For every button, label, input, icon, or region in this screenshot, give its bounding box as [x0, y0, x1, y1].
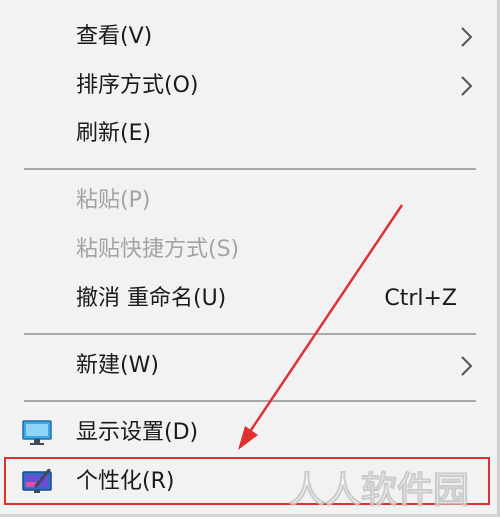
menu-item-view[interactable]: 查看(V) [0, 14, 497, 60]
menu-item-label: 查看(V) [76, 24, 153, 49]
menu-item-paste: 粘贴(P) [0, 178, 497, 224]
chevron-right-icon [461, 76, 473, 96]
menu-separator [24, 333, 476, 335]
menu-item-label: 显示设置(D) [76, 420, 199, 445]
watermark-logo: 人人软件园 [285, 464, 495, 514]
menu-separator [24, 400, 476, 402]
menu-item-undo-rename[interactable]: 撤消 重命名(U) Ctrl+Z [0, 276, 497, 322]
svg-text:人人软件园: 人人软件园 [289, 470, 469, 511]
menu-item-display-settings[interactable]: 显示设置(D) [0, 410, 497, 456]
menu-item-label: 撤消 重命名(U) [76, 286, 227, 311]
chevron-right-icon [461, 356, 473, 376]
menu-item-refresh[interactable]: 刷新(E) [0, 111, 497, 157]
menu-item-label: 粘贴(P) [76, 188, 151, 213]
menu-item-paste-shortcut: 粘贴快捷方式(S) [0, 227, 497, 273]
chevron-right-icon [461, 27, 473, 47]
menu-separator [24, 168, 476, 170]
menu-item-label: 粘贴快捷方式(S) [76, 237, 240, 262]
display-settings-icon [22, 420, 52, 445]
menu-item-label: 排序方式(O) [76, 73, 199, 98]
menu-item-sort-by[interactable]: 排序方式(O) [0, 63, 497, 109]
menu-item-shortcut: Ctrl+Z [384, 286, 457, 311]
menu-item-new[interactable]: 新建(W) [0, 343, 497, 389]
desktop-context-menu: 查看(V) 排序方式(O) 刷新(E) 粘贴(P) 粘贴快捷方式(S) 撤消 重… [0, 0, 500, 517]
menu-item-label: 新建(W) [76, 353, 159, 378]
menu-item-label: 刷新(E) [76, 121, 152, 146]
